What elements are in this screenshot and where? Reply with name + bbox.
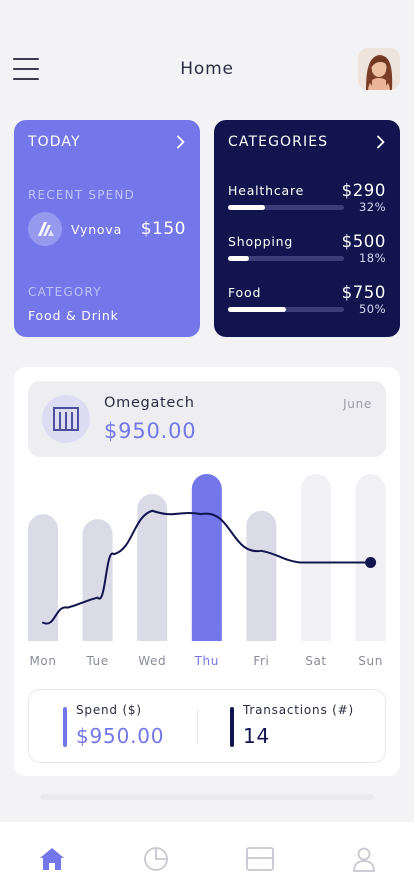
header: Home [0, 0, 414, 120]
chart-bar-base [137, 626, 168, 641]
chart-bar-base [191, 626, 222, 641]
chart-day-label: Sun [358, 654, 383, 668]
transactions-value: 14 [243, 724, 271, 748]
category-row[interactable]: Shopping $500 18% [228, 232, 386, 276]
chevron-right-icon[interactable] [374, 135, 388, 149]
chart-bar-sat[interactable] [301, 474, 331, 641]
pie-chart-icon[interactable] [141, 844, 171, 874]
category-percent: 18% [358, 251, 386, 265]
merchant-name: Vynova [71, 222, 123, 237]
stats-box: Spend ($) $950.00 Transactions (#) 14 [28, 689, 386, 763]
chevron-right-icon[interactable] [174, 135, 188, 149]
chart-bar-base [301, 626, 331, 641]
recent-spend-amount: $150 [140, 219, 186, 239]
company-name: Omegatech [104, 395, 195, 411]
category-progress [228, 205, 344, 210]
tab-bar [0, 822, 414, 896]
card-icon[interactable] [245, 844, 275, 874]
chart-bar-fri[interactable] [246, 510, 277, 641]
spend-indicator [63, 707, 67, 747]
category-name: Healthcare [228, 183, 305, 198]
category-value: Food & Drink [28, 308, 119, 323]
chart-day-label: Tue [85, 654, 108, 668]
profile-icon[interactable] [349, 844, 379, 874]
page-title: Home [180, 59, 234, 79]
chart-bar-wed[interactable] [137, 494, 168, 641]
category-amount: $750 [341, 283, 386, 302]
category-progress [228, 256, 344, 261]
trend-end-marker[interactable] [365, 557, 377, 569]
next-card-peek [40, 794, 374, 800]
chart-bar-base [28, 626, 58, 641]
category-amount: $500 [341, 232, 386, 251]
category-row[interactable]: Food $750 50% [228, 283, 386, 327]
categories-heading: CATEGORIES [228, 134, 329, 150]
category-percent: 32% [358, 200, 386, 214]
spending-panel: Omegatech $950.00 June Mon Tue Wed Thu Fri Sa… [14, 367, 400, 776]
chart-day-label: Sat [305, 654, 326, 668]
merchant-logo-icon [28, 212, 62, 246]
transactions-label: Transactions (#) [243, 703, 354, 717]
company-amount: $950.00 [104, 419, 197, 443]
chart-bar-base [355, 626, 386, 641]
category-row[interactable]: Healthcare $290 32% [228, 181, 386, 225]
category-percent: 50% [358, 302, 386, 316]
spend-value: $950.00 [76, 724, 165, 748]
transactions-indicator [230, 707, 234, 747]
category-label: CATEGORY [28, 285, 102, 299]
spend-label: Spend ($) [76, 703, 142, 717]
stats-divider [197, 710, 198, 744]
category-name: Food [228, 285, 262, 300]
company-month: June [343, 397, 372, 411]
company-card[interactable]: Omegatech $950.00 June [28, 381, 386, 457]
category-name: Shopping [228, 234, 294, 249]
category-amount: $290 [341, 181, 386, 200]
chart-day-label: Fri [253, 654, 269, 668]
chart-bar-base [82, 626, 113, 641]
chart-bar-base [246, 626, 277, 641]
recent-spend-label: RECENT SPEND [28, 188, 136, 202]
avatar[interactable] [358, 48, 400, 90]
weekly-spend-chart[interactable]: Mon Tue Wed Thu Fri Sat Sun [14, 463, 400, 677]
home-icon[interactable] [37, 844, 67, 874]
chart-day-label: Thu [194, 654, 219, 668]
chart-day-label: Mon [29, 654, 56, 668]
today-heading: TODAY [28, 134, 81, 150]
today-card[interactable]: TODAY RECENT SPEND Vynova $150 CATEGORY … [14, 120, 200, 337]
chart-bar-thu[interactable] [191, 474, 222, 641]
category-progress [228, 307, 344, 312]
building-icon [42, 395, 90, 443]
chart-day-label: Wed [138, 654, 166, 668]
chart-bar-tue[interactable] [82, 519, 113, 641]
categories-card[interactable]: CATEGORIES Healthcare $290 32% Shopping … [214, 120, 400, 337]
